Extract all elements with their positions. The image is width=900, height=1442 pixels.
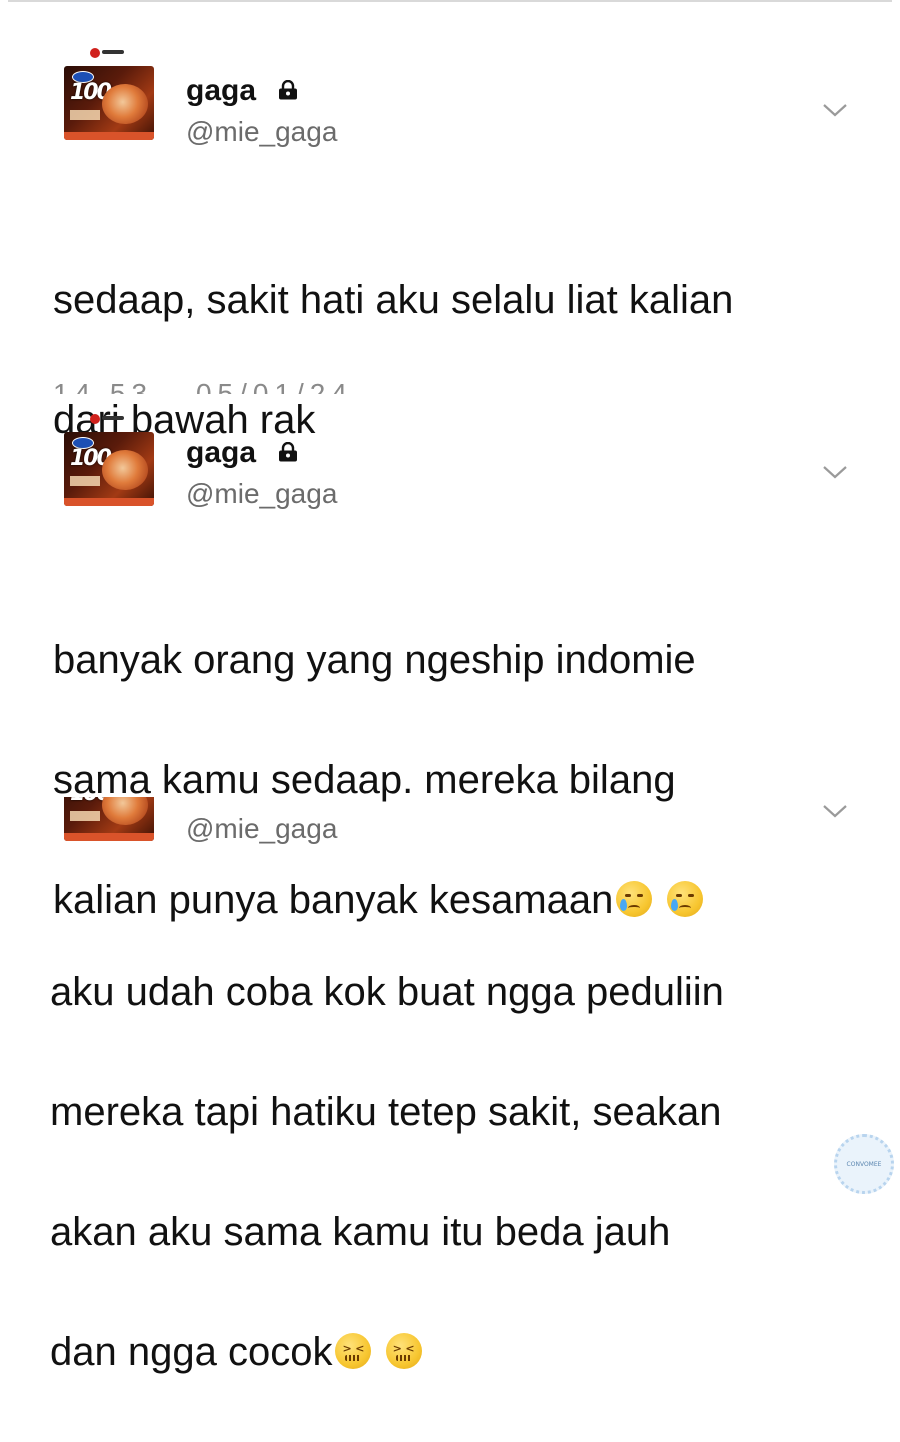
confounded-face-icon: > < [335, 1333, 372, 1369]
brand-logo-icon [90, 414, 100, 424]
text-line: sedaap, sakit hati aku selalu liat kalia… [53, 278, 734, 322]
watermark-logo: CONVOMEE [834, 1134, 894, 1194]
tweet-text: aku udah coba kok buat ngga peduliin mer… [50, 902, 850, 1442]
username-handle[interactable]: @mie_gaga [186, 813, 337, 845]
noodle-pack-image: 100 [64, 797, 154, 841]
username-handle[interactable]: @mie_gaga [186, 478, 337, 510]
text-line: dan ngga cocok > < > < [50, 1322, 850, 1382]
lock-icon [279, 442, 297, 462]
text-line: akan aku sama kamu itu beda jauh [50, 1210, 671, 1254]
tweet-1[interactable]: 100 gaga @mie_gaga sedaap, sakit hati ak… [0, 0, 900, 442]
avatar[interactable]: 100 [60, 797, 156, 845]
text-line: aku udah coba kok buat ngga peduliin [50, 970, 724, 1014]
avatar[interactable]: 100 [60, 414, 156, 510]
chevron-down-icon[interactable] [822, 803, 848, 819]
chevron-down-icon[interactable] [822, 102, 848, 118]
noodle-pack-image: 100 [64, 432, 154, 506]
display-name[interactable]: gaga [186, 436, 256, 470]
confounded-face-icon: > < [385, 1333, 422, 1369]
text-line: mereka tapi hatiku tetep sakit, seakan [50, 1090, 722, 1134]
avatar[interactable]: 100 [60, 48, 156, 144]
noodle-pack-image: 100 [64, 66, 154, 140]
username-handle[interactable]: @mie_gaga [186, 116, 337, 148]
display-name[interactable]: gaga [186, 74, 256, 108]
brand-logo-icon [90, 48, 100, 58]
text-line: banyak orang yang ngeship indomie [53, 638, 696, 682]
tweet-2[interactable]: 100 gaga @mie_gaga banyak orang yang nge… [0, 400, 900, 922]
timestamp: 14.53 · 05/01/24 [53, 378, 353, 394]
tweet-3[interactable]: 100 @mie_gaga aku udah coba kok buat ngg… [0, 785, 900, 1374]
lock-icon [279, 80, 297, 100]
chevron-down-icon[interactable] [822, 464, 848, 480]
